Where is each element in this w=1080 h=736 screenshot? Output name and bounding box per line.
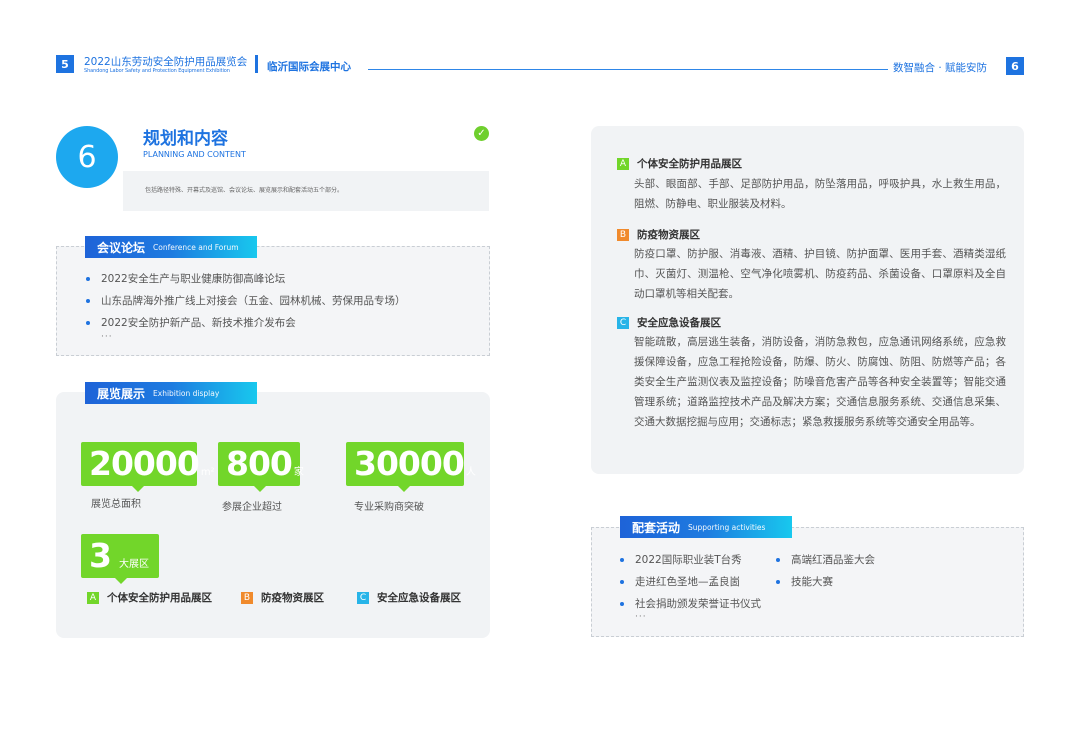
support-list-left: 2022国际职业装T台秀 走进红色圣地—孟良崮 社会捐助颁发荣誉证书仪式 [620, 549, 761, 615]
letter-b-badge: B [617, 228, 629, 241]
stat-value: 20000 [89, 444, 200, 483]
header-divider [255, 55, 258, 73]
header-slogan: 数智融合 · 赋能安防 [893, 62, 988, 74]
forum-list: 2022安全生产与职业健康防御高峰论坛 山东品牌海外推广线上对接会（五金、园林机… [86, 268, 406, 334]
venue-name: 临沂国际会展中心 [267, 61, 351, 73]
list-item: 2022安全防护新产品、新技术推介发布会 [86, 312, 406, 334]
zone-name: 防疫物资展区 [261, 592, 324, 604]
letter-c-badge: C [357, 591, 369, 604]
check-circle-icon: ✓ [474, 126, 489, 141]
stat-value: 800 [226, 444, 293, 483]
support-tag-cn: 配套活动 [632, 520, 681, 535]
support-ellipsis: ··· [635, 612, 647, 622]
stat-buyers: 30000 人 [346, 442, 476, 492]
area-a-body: 头部、眼面部、手部、足部防护用品，防坠落用品，呼吸护具，水上救生用品，阻燃、防静… [634, 178, 1006, 210]
exhibition-tag-en: Exhibition display [153, 388, 220, 398]
area-title-text: 防疫物资展区 [637, 229, 700, 241]
exhibition-tag-cn: 展览展示 [97, 386, 146, 401]
right-page-number: 6 [1006, 57, 1024, 75]
zone-a: A 个体安全防护用品展区 [87, 590, 212, 605]
stat-label: 参展企业超过 [222, 502, 282, 513]
forum-tag: 会议论坛 Conference and Forum [85, 236, 257, 258]
list-item: 2022国际职业装T台秀 [620, 549, 761, 571]
area-title-text: 个体安全防护用品展区 [637, 158, 742, 170]
list-item: 技能大赛 [776, 571, 875, 593]
area-c-title: C 安全应急设备展区 [617, 315, 721, 330]
forum-ellipsis: ··· [101, 332, 113, 342]
section-title: 规划和内容 [143, 129, 228, 149]
support-tag: 配套活动 Supporting activities [620, 516, 792, 538]
stat-zones: 3 大展区 [81, 534, 159, 584]
stat-label: 专业采购商突破 [354, 502, 424, 513]
support-tag-en: Supporting activities [688, 522, 766, 532]
letter-a-badge: A [617, 157, 629, 170]
area-title-text: 安全应急设备展区 [637, 317, 721, 329]
zone-name: 个体安全防护用品展区 [107, 592, 212, 604]
support-list-right: 高端红酒品鉴大会 技能大赛 [776, 549, 875, 593]
stat-value: 30000 [354, 444, 465, 483]
list-item: 走进红色圣地—孟良崮 [620, 571, 761, 593]
intro-text: 包括路径特殊、开幕式及巡馆、会议论坛、展览展示和配套活动五个部分。 [145, 187, 344, 194]
stat-unit: 大展区 [118, 559, 149, 570]
stat-label: 展览总面积 [91, 499, 141, 510]
stat-unit: 家 [293, 467, 304, 478]
area-b-body: 防疫口罩、防护服、消毒液、酒精、护目镜、防护面罩、医用手套、酒精类湿纸巾、灭菌灯… [634, 248, 1006, 300]
zone-b: B 防疫物资展区 [241, 590, 324, 605]
zone-c: C 安全应急设备展区 [357, 590, 461, 605]
stat-area: 20000 m² [81, 442, 215, 492]
exhibition-tag: 展览展示 Exhibition display [85, 382, 257, 404]
exhibition-subtitle: Shandong Labor Safety and Protection Equ… [84, 68, 230, 74]
letter-b-badge: B [241, 591, 253, 604]
left-page-number: 5 [56, 55, 74, 73]
stat-value: 3 [89, 536, 112, 575]
forum-tag-en: Conference and Forum [153, 242, 239, 252]
header-rule [368, 69, 888, 70]
zone-name: 安全应急设备展区 [377, 592, 461, 604]
area-a-title: A 个体安全防护用品展区 [617, 156, 742, 171]
section-title-en: PLANNING AND CONTENT [143, 150, 246, 159]
letter-c-badge: C [617, 316, 629, 329]
list-item: 高端红酒品鉴大会 [776, 549, 875, 571]
list-item: 山东品牌海外推广线上对接会（五金、园林机械、劳保用品专场） [86, 290, 406, 312]
forum-tag-cn: 会议论坛 [97, 240, 146, 255]
list-item: 2022安全生产与职业健康防御高峰论坛 [86, 268, 406, 290]
area-b-title: B 防疫物资展区 [617, 227, 700, 242]
stat-unit: 人 [465, 467, 476, 478]
letter-a-badge: A [87, 591, 99, 604]
section-number-circle: 6 [56, 126, 118, 188]
exhibition-title: 2022山东劳动安全防护用品展览会 [84, 56, 248, 68]
stat-unit: m² [200, 467, 215, 478]
stat-exhibitors: 800 家 [218, 442, 304, 492]
area-c-body: 智能疏散，高层逃生装备，消防设备，消防急救包，应急通讯网络系统，应急救援保障设备… [634, 336, 1006, 428]
